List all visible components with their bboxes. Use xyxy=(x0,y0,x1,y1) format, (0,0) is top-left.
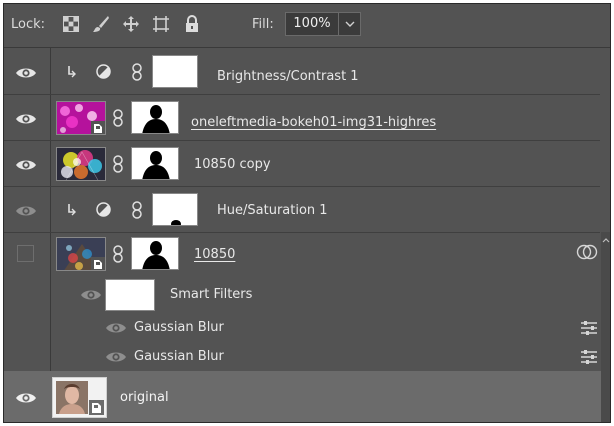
layer-name[interactable]: oneleftmedia-bokeh01-img31-highres xyxy=(191,115,436,130)
layers-panel: Lock: Fill: 100% Brightness/Contrast 1 o… xyxy=(3,3,611,423)
eye-icon[interactable] xyxy=(105,350,127,364)
chevron-up-icon xyxy=(602,238,609,243)
layer-name[interactable]: 10850 copy xyxy=(194,157,271,172)
eye-icon[interactable] xyxy=(80,288,102,302)
smart-filters-row[interactable]: Smart Filters xyxy=(4,277,600,313)
chevron-down-icon xyxy=(345,21,354,27)
lock-position-icon[interactable] xyxy=(121,14,141,34)
layer-thumbnail[interactable] xyxy=(52,377,107,418)
link-chain-icon[interactable] xyxy=(113,155,123,173)
layer-name[interactable]: original xyxy=(120,390,169,405)
filter-row-gaussian-blur[interactable]: Gaussian Blur xyxy=(4,343,600,371)
brightness-contrast-icon xyxy=(96,64,111,79)
smart-filters-toggle-icon[interactable] xyxy=(576,243,598,261)
scroll-up-button[interactable] xyxy=(601,236,610,245)
filter-blending-options-icon[interactable] xyxy=(580,350,598,364)
link-chain-icon[interactable] xyxy=(113,245,123,263)
filter-blending-options-icon[interactable] xyxy=(580,321,598,335)
layer-name[interactable]: Brightness/Contrast 1 xyxy=(217,69,359,84)
eye-icon[interactable] xyxy=(15,158,37,172)
layer-thumbnail[interactable] xyxy=(56,101,106,135)
layer-row-original-selected[interactable]: original xyxy=(4,371,610,422)
layer-row-10850-copy[interactable]: 10850 copy xyxy=(4,141,600,187)
filter-name[interactable]: Gaussian Blur xyxy=(134,320,224,335)
layer-thumbnail[interactable] xyxy=(56,147,106,181)
scrollbar-track[interactable] xyxy=(601,232,610,422)
layer-mask-thumbnail[interactable] xyxy=(152,193,198,226)
lock-image-pixels-icon[interactable] xyxy=(91,14,111,34)
layer-row-bokeh[interactable]: oneleftmedia-bokeh01-img31-highres xyxy=(4,95,600,141)
link-chain-icon[interactable] xyxy=(132,201,142,219)
smart-filter-mask-thumbnail[interactable] xyxy=(105,279,155,311)
lock-toolbar: Lock: Fill: 100% xyxy=(4,4,610,48)
fill-dropdown-button[interactable] xyxy=(339,12,361,36)
clipping-arrow-icon xyxy=(68,66,76,78)
layer-name[interactable]: Hue/Saturation 1 xyxy=(217,203,328,218)
layer-row-brightness-contrast[interactable]: Brightness/Contrast 1 xyxy=(4,48,600,95)
filter-name[interactable]: Gaussian Blur xyxy=(134,349,224,364)
layer-mask-thumbnail[interactable] xyxy=(131,237,179,270)
link-chain-icon[interactable] xyxy=(113,109,123,127)
layer-mask-thumbnail[interactable] xyxy=(131,147,179,180)
layer-row-hue-saturation[interactable]: Hue/Saturation 1 xyxy=(4,187,600,233)
layer-mask-thumbnail[interactable] xyxy=(152,55,198,88)
lock-label: Lock: xyxy=(11,17,46,32)
layer-thumbnail[interactable] xyxy=(56,237,106,271)
eye-icon[interactable] xyxy=(105,321,127,335)
eye-icon[interactable] xyxy=(15,112,37,126)
eye-icon[interactable] xyxy=(15,391,37,405)
eye-icon[interactable] xyxy=(15,66,37,80)
clipping-arrow-icon xyxy=(68,204,76,216)
lock-transparent-pixels-icon[interactable] xyxy=(61,14,81,34)
lock-all-icon[interactable] xyxy=(182,14,202,34)
smart-filters-label: Smart Filters xyxy=(170,287,253,302)
fill-label: Fill: xyxy=(252,17,274,32)
filter-row-gaussian-blur[interactable]: Gaussian Blur xyxy=(4,313,600,343)
lock-artboard-icon[interactable] xyxy=(151,14,171,34)
layer-mask-thumbnail[interactable] xyxy=(131,101,179,134)
visibility-toggle-empty[interactable] xyxy=(17,245,34,262)
layer-name[interactable]: 10850 xyxy=(194,247,235,262)
fill-input[interactable]: 100% xyxy=(285,12,339,36)
hue-saturation-icon xyxy=(96,202,111,217)
layer-row-10850[interactable]: 10850 xyxy=(4,233,600,277)
eye-icon[interactable] xyxy=(15,204,37,218)
link-chain-icon[interactable] xyxy=(132,63,142,81)
